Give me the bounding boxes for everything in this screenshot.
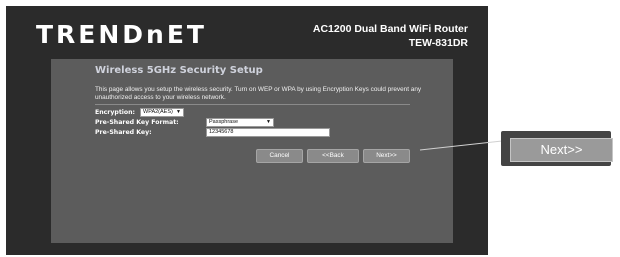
callout-next-button: Next>>	[510, 138, 613, 162]
router-frame: TRENDnET AC1200 Dual Band WiFi Router TE…	[6, 6, 488, 255]
callout-pointer-line	[419, 140, 503, 151]
next-button[interactable]: Next>>	[363, 149, 410, 163]
psk-format-select[interactable]: Passphrase ▼	[206, 118, 274, 127]
section-divider	[95, 104, 410, 105]
encryption-select[interactable]: WPA2(AES) ▼	[140, 108, 184, 117]
psk-label: Pre-Shared Key:	[95, 129, 152, 136]
back-button[interactable]: <<Back	[307, 149, 359, 163]
trendnet-logo: TRENDnET	[36, 20, 207, 49]
encryption-label: Encryption:	[95, 109, 136, 116]
chevron-down-icon: ▼	[176, 109, 181, 115]
security-setup-panel: Wireless 5GHz Security Setup This page a…	[51, 59, 453, 243]
model-label: TEW-831DR	[408, 37, 468, 49]
page-title: Wireless 5GHz Security Setup	[95, 65, 263, 76]
chevron-down-icon: ▼	[266, 119, 271, 125]
page-description: This page allows you setup the wireless …	[95, 86, 422, 101]
encryption-select-value: WPA2(AES)	[143, 109, 173, 115]
psk-format-label: Pre-Shared Key Format:	[95, 119, 179, 126]
cancel-button[interactable]: Cancel	[256, 149, 303, 163]
psk-format-select-value: Passphrase	[209, 119, 239, 125]
psk-input[interactable]: 12345678	[206, 128, 330, 137]
product-line-label: AC1200 Dual Band WiFi Router	[312, 23, 468, 35]
